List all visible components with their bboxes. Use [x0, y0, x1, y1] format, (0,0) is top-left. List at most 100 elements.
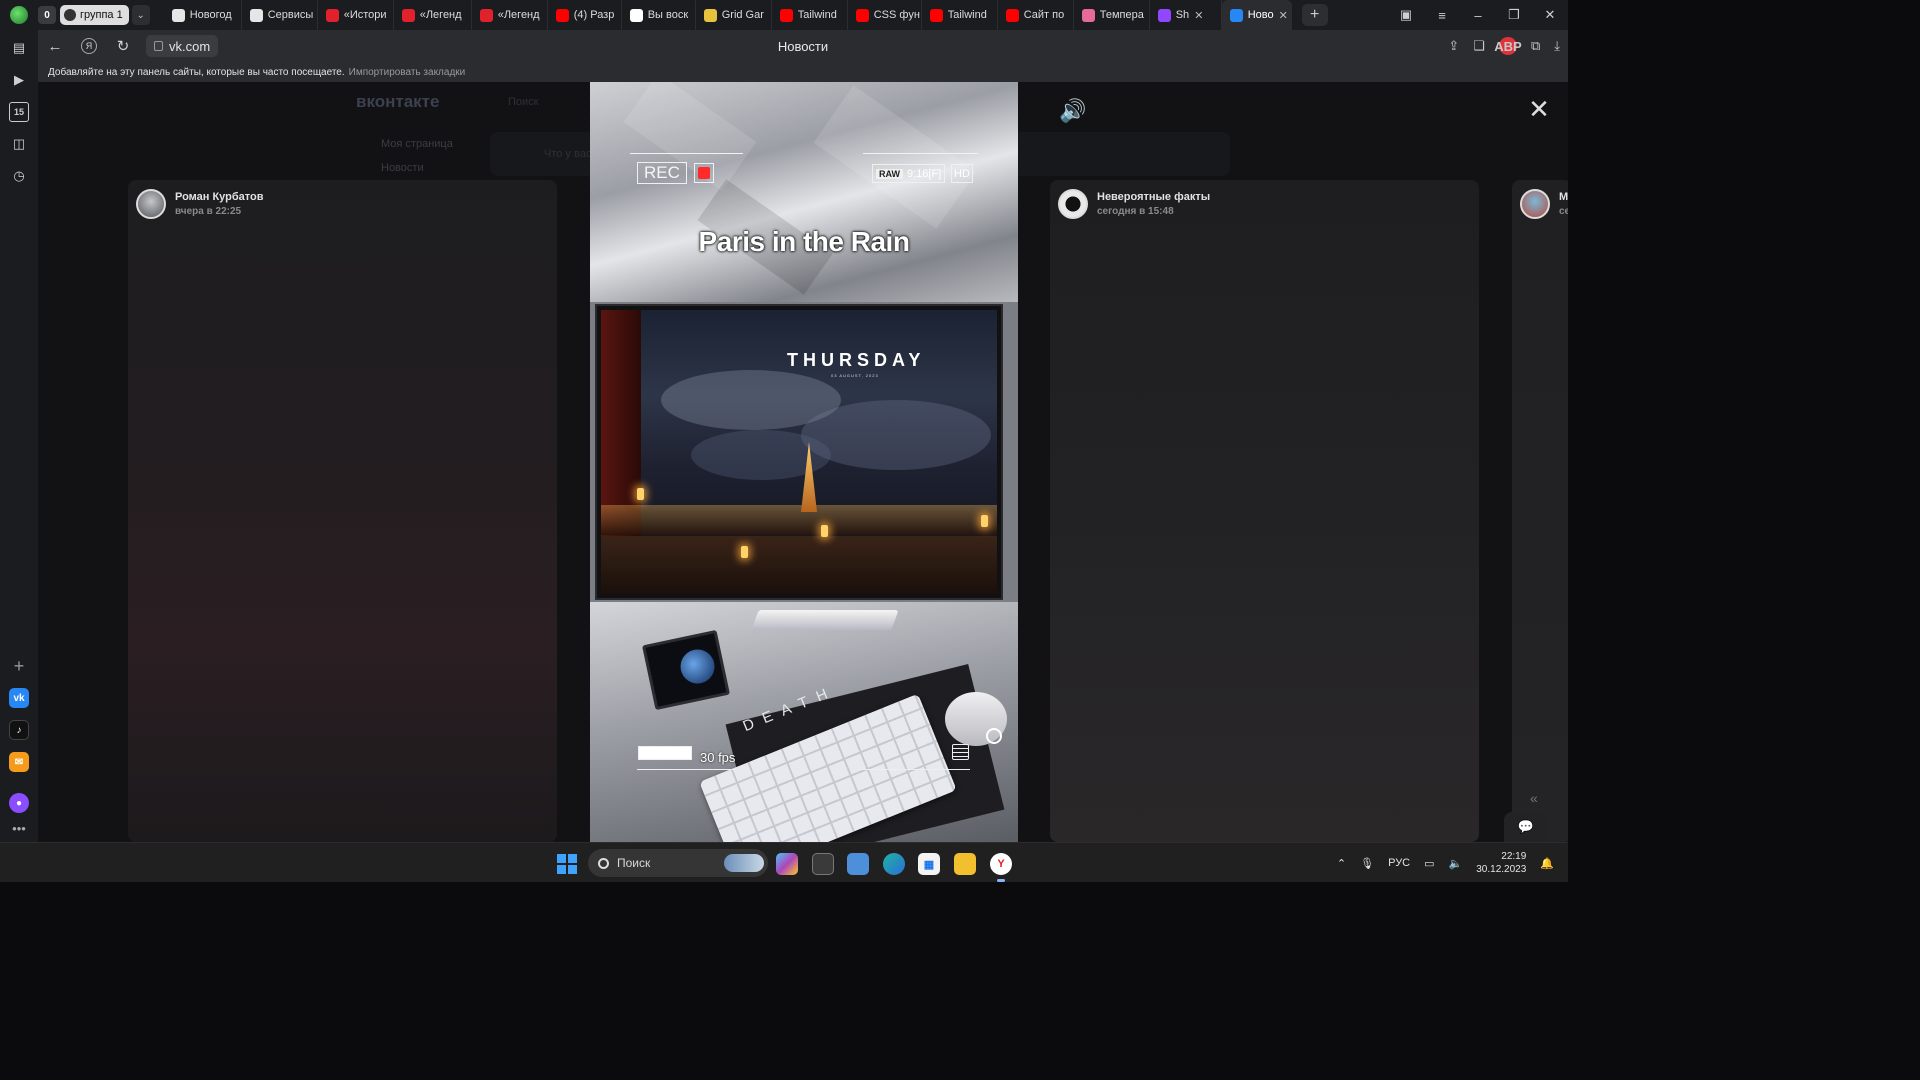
hud-line — [863, 153, 978, 154]
browser-tab[interactable]: Сайт по — [998, 0, 1074, 30]
edge-icon[interactable] — [883, 853, 905, 875]
more-icon[interactable]: ••• — [9, 818, 29, 838]
browser-tab[interactable]: Grid Gar — [696, 0, 772, 30]
close-viewer-button[interactable]: ✕ — [1526, 96, 1552, 122]
taskbar-search[interactable]: Поиск — [588, 849, 768, 877]
tab-label: «Истори — [343, 9, 387, 21]
gallery-icon[interactable] — [847, 853, 869, 875]
download-icon[interactable]: ⤓ — [1554, 38, 1560, 54]
browser-tab[interactable]: Ново ✕ — [1221, 0, 1292, 30]
start-button[interactable] — [557, 854, 577, 874]
browser-tab[interactable]: Sh ✕ — [1150, 0, 1222, 30]
bookmark-icon[interactable]: ❏ — [1473, 38, 1485, 54]
windows-taskbar: Поиск ▦ Y ⌃ 🎙 РУС ▭ 🔈 22:19 30.12.2023 🔔 — [0, 842, 1568, 882]
record-icon — [694, 163, 714, 183]
toolbar-actions: ⇪ ❏ ABP ⧉ ⤓ — [1448, 30, 1560, 62]
close-tab-icon[interactable]: ✕ — [1279, 9, 1288, 22]
monitor-wallpaper: THURSDAY 03 AUGUST, 2023 — [601, 310, 997, 594]
network-icon[interactable]: ▭ — [1424, 857, 1434, 870]
story-author-name[interactable]: Невероятные факты — [1097, 191, 1210, 203]
tray-chevron-icon[interactable]: ⌃ — [1337, 857, 1346, 870]
volume-icon[interactable]: 🔊 — [1058, 98, 1088, 124]
tab-label: «Легенд — [497, 9, 540, 21]
taskbar-search-placeholder: Поиск — [617, 856, 651, 870]
url-field[interactable]: vk.com — [146, 35, 219, 57]
reload-button[interactable]: ↻ — [106, 30, 140, 62]
collections-toolbar-icon[interactable]: ⧉ — [1531, 38, 1540, 54]
copilot-icon[interactable] — [776, 853, 798, 875]
story-author-name[interactable]: Роман Курбатов — [175, 191, 264, 203]
browser-tab[interactable]: «Истори — [318, 0, 394, 30]
yandex-home-button[interactable]: Я — [81, 38, 97, 54]
minimize-button[interactable]: – — [1460, 8, 1496, 23]
tab-group-pill[interactable]: группа 1 — [60, 5, 129, 25]
story-timestamp: се — [1559, 206, 1568, 217]
history-icon[interactable]: ◷ — [9, 166, 29, 186]
microphone-icon[interactable]: 🎙 — [1360, 857, 1374, 870]
browser-tab[interactable]: Tailwind — [922, 0, 998, 30]
story-card-far[interactable]: М се — [1512, 180, 1568, 842]
browser-tab[interactable]: (4) Разр — [548, 0, 622, 30]
story-video-player[interactable]: REC RAW 9:16[F] HD Paris in the Rain THU… — [590, 82, 1018, 842]
browser-tab[interactable]: Tailwind — [772, 0, 848, 30]
back-button[interactable]: ← — [38, 30, 72, 62]
lock-icon — [154, 41, 163, 51]
store-icon[interactable]: ▦ — [918, 853, 940, 875]
battery-indicator — [638, 746, 692, 760]
tab-counter[interactable]: 0 — [38, 6, 56, 24]
calendar-icon[interactable]: 15 — [9, 102, 29, 122]
clock-time: 22:19 — [1501, 851, 1527, 862]
notifications-icon[interactable]: 🔔 — [1540, 857, 1554, 870]
video-icon[interactable]: ▶ — [9, 70, 29, 90]
collapse-chevron-icon[interactable]: « — [1530, 790, 1538, 806]
tab-label: «Легенд — [419, 9, 462, 21]
light-bar — [751, 610, 899, 630]
browser-tab[interactable]: Вы воск — [622, 0, 696, 30]
browser-tab[interactable]: «Легенд — [394, 0, 472, 30]
story-card-next[interactable]: Невероятные факты сегодня в 15:48 — [1050, 180, 1479, 842]
collections-icon[interactable]: ▣ — [1388, 7, 1424, 23]
close-window-button[interactable]: ✕ — [1532, 7, 1568, 23]
task-view-icon[interactable] — [812, 853, 834, 875]
new-tab-button[interactable]: + — [1301, 4, 1328, 26]
vk-icon — [1229, 8, 1243, 22]
add-panel-icon[interactable]: + — [9, 656, 29, 676]
browser-tab[interactable]: Новогод — [164, 0, 242, 30]
speaker-icon[interactable]: 🔈 — [1449, 857, 1463, 870]
browser-tab[interactable]: Сервисы — [242, 0, 318, 30]
vk-app-icon[interactable]: vk — [9, 688, 29, 708]
browser-tab[interactable]: «Легенд — [472, 0, 548, 30]
tabs-panel-icon[interactable]: ▤ — [9, 38, 29, 58]
close-tab-icon[interactable]: ✕ — [1194, 9, 1203, 22]
import-bookmarks-link[interactable]: Импортировать закладки — [349, 67, 466, 78]
tab-label: Tailwind — [797, 9, 837, 21]
mail-app-icon[interactable]: ✉ — [9, 752, 29, 772]
video-caption: Paris in the Rain — [698, 226, 910, 257]
browser-sidebar: ▤ ▶ 15 ◫ ◷ + vk ♪ ✉ ● ••• — [0, 30, 38, 842]
tab-group-chevron-icon[interactable]: ⌄ — [131, 5, 150, 25]
adblock-plus-icon[interactable]: ABP — [1494, 37, 1522, 55]
share-icon[interactable]: ⇪ — [1448, 38, 1459, 54]
browser-tab[interactable]: CSS фун — [848, 0, 922, 30]
story-card-previous[interactable]: Роман Курбатов вчера в 22:25 — [128, 180, 557, 842]
screenshot-icon[interactable]: ◫ — [9, 134, 29, 154]
story-author-header: М се — [1520, 189, 1568, 219]
maximize-button[interactable]: ❐ — [1496, 7, 1532, 23]
yandex-browser-icon[interactable]: Y — [990, 853, 1012, 882]
wallpaper-day: THURSDAY — [787, 350, 926, 370]
messages-icon[interactable]: 💬 — [1504, 812, 1548, 842]
explorer-icon[interactable] — [954, 853, 976, 875]
clock[interactable]: 22:19 30.12.2023 — [1476, 850, 1526, 876]
story-author-name: М — [1559, 191, 1568, 203]
tab-label: Sh — [1175, 9, 1190, 21]
vk-logo: вконтакте — [356, 92, 440, 111]
tiktok-app-icon[interactable]: ♪ — [9, 720, 29, 740]
alice-assistant-icon[interactable]: ● — [9, 793, 29, 813]
browser-tab[interactable]: Темпера — [1074, 0, 1150, 30]
youtube-icon — [1005, 8, 1019, 22]
menu-icon[interactable]: ≡ — [1424, 8, 1460, 23]
circle-icon — [986, 728, 1002, 744]
language-indicator[interactable]: РУС — [1388, 857, 1410, 869]
browser-logo[interactable] — [0, 0, 38, 30]
story-timestamp: сегодня в 15:48 — [1097, 206, 1174, 217]
